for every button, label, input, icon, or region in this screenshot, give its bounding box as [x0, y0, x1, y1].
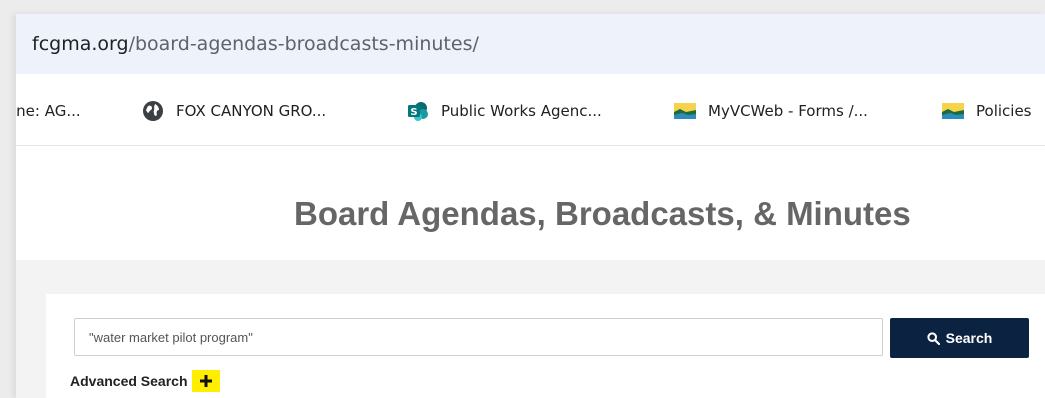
url-text[interactable]: fcgma.org/board-agendas-broadcasts-minut…	[32, 33, 479, 55]
search-input[interactable]	[74, 318, 883, 356]
bookmark-item-agenda[interactable]: ine: AG...	[16, 100, 81, 122]
address-bar[interactable]: fcgma.org/board-agendas-broadcasts-minut…	[16, 14, 1045, 74]
sharepoint-icon: S	[408, 102, 428, 121]
bookmark-item-fox-canyon[interactable]: FOX CANYON GRO...	[142, 100, 326, 122]
page-header: Board Agendas, Broadcasts, & Minutes	[16, 146, 1045, 260]
bookmark-item-policies[interactable]: Policies	[942, 100, 1031, 122]
globe-icon	[143, 101, 163, 121]
url-domain: fcgma.org	[32, 33, 129, 55]
plus-icon[interactable]	[191, 370, 220, 392]
landscape-icon	[674, 103, 696, 119]
bookmark-label: Public Works Agenc...	[441, 102, 602, 120]
bookmark-item-myvcweb[interactable]: MyVCWeb - Forms /...	[674, 100, 868, 122]
url-path: /board-agendas-broadcasts-minutes/	[128, 33, 479, 55]
advanced-search-toggle[interactable]: Advanced Search	[70, 370, 220, 392]
browser-window: fcgma.org/board-agendas-broadcasts-minut…	[16, 14, 1045, 398]
search-panel: Search Advanced Search	[46, 294, 1045, 398]
svg-text:S: S	[410, 107, 417, 118]
bookmark-label: MyVCWeb - Forms /...	[708, 102, 868, 120]
page-title: Board Agendas, Broadcasts, & Minutes	[294, 195, 911, 232]
bookmark-label: FOX CANYON GRO...	[176, 102, 327, 120]
advanced-search-label: Advanced Search	[70, 373, 188, 389]
search-button-label: Search	[945, 330, 993, 346]
search-icon	[927, 331, 940, 345]
bookmark-item-public-works[interactable]: S Public Works Agenc...	[407, 100, 602, 122]
search-button[interactable]: Search	[890, 318, 1029, 358]
bookmark-label: ine: AG...	[16, 102, 81, 120]
bookmark-label: Policies	[976, 102, 1032, 120]
content-area: Search Advanced Search	[16, 260, 1045, 398]
bookmarks-bar: ine: AG... FOX CANYON GRO... S Public Wo…	[16, 74, 1045, 146]
landscape-icon	[942, 103, 964, 119]
